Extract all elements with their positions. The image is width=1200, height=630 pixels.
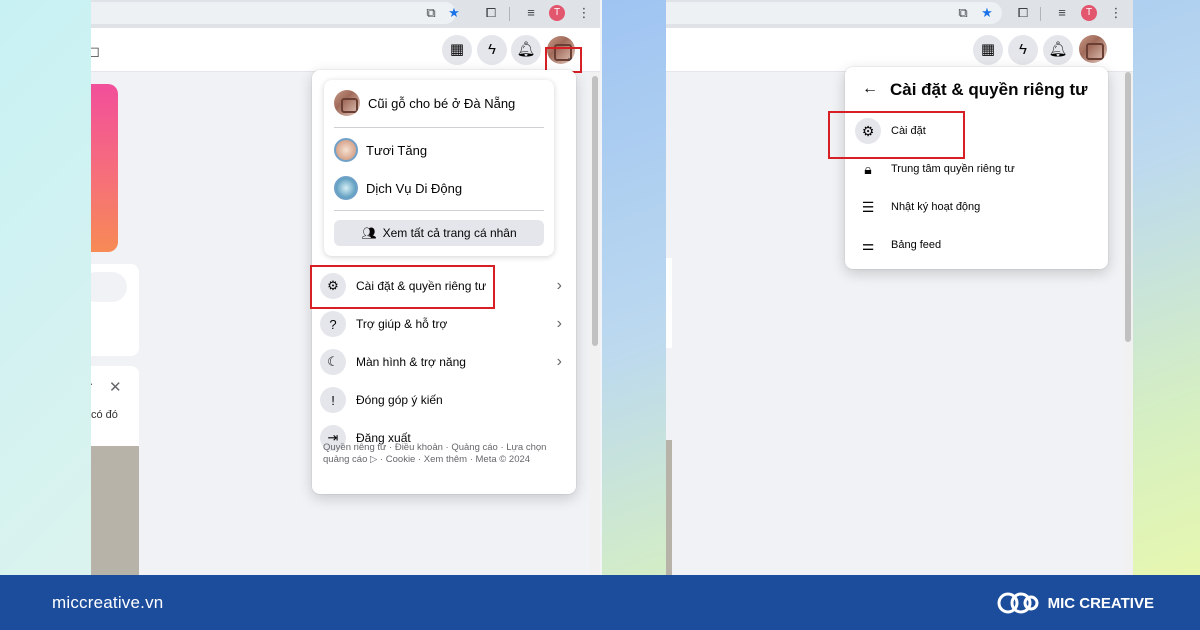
chevron-right-icon: › bbox=[556, 277, 562, 294]
menu-item-display-accessibility[interactable]: ☾ Màn hình & trợ năng › bbox=[320, 345, 568, 379]
brand-name: MIC CREATIVE bbox=[1047, 594, 1154, 612]
close-icon[interactable]: ✕ bbox=[109, 378, 122, 396]
right-screenshot: ⧉ ★ ⧠ ≡ T ⋮ ▦ ϟ 🔔︎ ← Cài đặt & quyền riê… bbox=[666, 0, 1133, 575]
menu-item-label: Đóng góp ý kiến bbox=[356, 393, 443, 407]
footer-bar: miccreative.vn MIC CREATIVE bbox=[0, 575, 1200, 630]
menu-footer-links: Quyền riêng tư · Điều khoản · Quảng cáo … bbox=[323, 442, 559, 466]
menu-item-label: Màn hình & trợ năng bbox=[356, 355, 466, 369]
account-avatar[interactable] bbox=[1079, 35, 1107, 63]
profile-name: Dịch Vụ Di Động bbox=[366, 180, 463, 196]
menu-item-feed[interactable]: ⚌ Bảng feed bbox=[855, 228, 941, 262]
footer-links-line1[interactable]: Quyền riêng tư · Điều khoản · Quảng cáo … bbox=[323, 442, 559, 454]
browser-profile-avatar[interactable]: T bbox=[1081, 5, 1097, 21]
post-photo bbox=[91, 446, 139, 575]
media-control-icon[interactable]: ≡ bbox=[1053, 4, 1071, 22]
suggestion-text: có đó bbox=[91, 409, 118, 421]
browser-profile-avatar[interactable]: T bbox=[549, 5, 565, 21]
menu-item-activity-log[interactable]: ☰ Nhật ký hoạt động bbox=[855, 190, 981, 224]
chevron-right-icon: › bbox=[556, 353, 562, 370]
list-icon: ☰ bbox=[861, 198, 875, 215]
lock-icon: 🔒︎ bbox=[864, 160, 872, 177]
footer-links-line2[interactable]: quảng cáo ▷ · Cookie · Xem thêm · Meta ©… bbox=[323, 454, 559, 466]
profile-row-dich-vu[interactable]: Dịch Vụ Di Động bbox=[334, 176, 462, 200]
bookmark-star-icon[interactable]: ★ bbox=[445, 4, 463, 22]
sliders-icon: ⚌ bbox=[861, 236, 875, 253]
notifications-button[interactable]: 🔔︎ bbox=[1043, 35, 1073, 65]
menu-item-label: Trung tâm quyền riêng tư bbox=[891, 163, 1015, 175]
menu-item-help-support[interactable]: ? Trợ giúp & hỗ trợ › bbox=[320, 307, 568, 341]
address-bar[interactable] bbox=[666, 2, 1002, 24]
profile-name: Cũi gỗ cho bé ở Đà Nẵng bbox=[368, 95, 516, 111]
mic-logo-icon bbox=[997, 592, 1039, 614]
menu-title: Cài đặt & quyền riêng tư bbox=[890, 80, 1088, 99]
post-photo bbox=[666, 440, 672, 575]
card-divider bbox=[334, 127, 544, 128]
notifications-button[interactable]: 🔔︎ bbox=[511, 35, 541, 65]
suggestion-card: · ✕ có đó bbox=[91, 366, 139, 446]
brand-logo: MIC CREATIVE bbox=[996, 590, 1154, 616]
story-card bbox=[91, 84, 118, 252]
messenger-icon: ϟ bbox=[1019, 41, 1027, 58]
toolbar-separator bbox=[1040, 7, 1041, 21]
highlight-settings-privacy bbox=[310, 265, 495, 309]
browser-menu-icon[interactable]: ⋮ bbox=[575, 4, 593, 22]
address-bar[interactable] bbox=[91, 2, 456, 24]
page-scrollbar[interactable] bbox=[590, 72, 600, 575]
scrollbar-thumb[interactable] bbox=[1125, 72, 1131, 342]
people-icon: 👥︎ bbox=[361, 226, 377, 240]
bell-icon: 🔔︎ bbox=[516, 41, 536, 58]
messenger-partial-icon: ◻ bbox=[91, 43, 100, 59]
page-scrollbar[interactable] bbox=[1123, 72, 1133, 575]
menu-item-label: Nhật ký hoạt động bbox=[891, 201, 981, 213]
profile-name: Tươi Tăng bbox=[366, 142, 428, 158]
profile-row-page[interactable]: Cũi gỗ cho bé ở Đà Nẵng bbox=[334, 90, 515, 116]
back-arrow-icon[interactable]: ← bbox=[862, 80, 878, 98]
messenger-button[interactable]: ϟ bbox=[1008, 35, 1038, 65]
toolbar-separator bbox=[509, 7, 510, 21]
grid-icon: ▦ bbox=[449, 41, 465, 58]
menu-item-feedback[interactable]: ! Đóng góp ý kiến bbox=[320, 383, 568, 417]
browser-toolbar: ⧉ ★ ⧠ ≡ T ⋮ bbox=[666, 0, 1133, 28]
facebook-header: ◻ ▦ ϟ 🔔︎ ⌄ bbox=[91, 28, 600, 72]
browser-menu-icon[interactable]: ⋮ bbox=[1107, 4, 1125, 22]
switch-avatar-icon bbox=[334, 138, 358, 162]
extensions-icon[interactable]: ⧠ bbox=[482, 4, 500, 22]
install-app-icon[interactable]: ⧉ bbox=[422, 4, 440, 22]
see-all-label: Xem tất cả trang cá nhân bbox=[382, 226, 517, 240]
more-icon[interactable]: · bbox=[91, 376, 93, 391]
menu-item-label: Trợ giúp & hỗ trợ bbox=[356, 317, 448, 331]
left-screenshot: ⧉ ★ ⧠ ≡ T ⋮ ◻ ▦ ϟ 🔔︎ ⌄ · ✕ có đó Cũi gỗ … bbox=[91, 0, 600, 575]
site-url[interactable]: miccreative.vn bbox=[52, 593, 163, 613]
messenger-icon: ϟ bbox=[488, 41, 496, 58]
highlight-settings bbox=[828, 111, 965, 159]
facebook-header: ▦ ϟ 🔔︎ bbox=[666, 28, 1133, 72]
menu-grid-button[interactable]: ▦ bbox=[442, 35, 472, 65]
grid-icon: ▦ bbox=[980, 41, 996, 58]
page-avatar-icon bbox=[334, 90, 360, 116]
switch-avatar-icon bbox=[334, 176, 358, 200]
chevron-right-icon: › bbox=[556, 315, 562, 332]
profile-row-tuoi-tang[interactable]: Tươi Tăng bbox=[334, 138, 427, 162]
bell-icon: 🔔︎ bbox=[1048, 41, 1068, 58]
composer-input[interactable] bbox=[91, 272, 127, 302]
messenger-button[interactable]: ϟ bbox=[477, 35, 507, 65]
feedback-icon: ! bbox=[320, 387, 346, 413]
settings-privacy-menu: ← Cài đặt & quyền riêng tư ⚙ Cài đặt 🔒︎ … bbox=[845, 67, 1108, 269]
bookmark-star-icon[interactable]: ★ bbox=[978, 4, 996, 22]
install-app-icon[interactable]: ⧉ bbox=[954, 4, 972, 22]
extensions-icon[interactable]: ⧠ bbox=[1014, 4, 1032, 22]
card-divider bbox=[334, 210, 544, 211]
menu-grid-button[interactable]: ▦ bbox=[973, 35, 1003, 65]
background-card bbox=[666, 258, 672, 348]
question-icon: ? bbox=[320, 311, 346, 337]
composer-card bbox=[91, 264, 139, 356]
media-control-icon[interactable]: ≡ bbox=[522, 4, 540, 22]
menu-item-label: Bảng feed bbox=[891, 239, 942, 251]
scrollbar-thumb[interactable] bbox=[592, 76, 598, 346]
browser-toolbar: ⧉ ★ ⧠ ≡ T ⋮ bbox=[91, 0, 600, 28]
moon-icon: ☾ bbox=[320, 349, 346, 375]
profiles-card: Cũi gỗ cho bé ở Đà Nẵng Tươi Tăng Dịch V… bbox=[324, 80, 554, 256]
see-all-profiles-button[interactable]: 👥︎ Xem tất cả trang cá nhân bbox=[334, 220, 544, 246]
